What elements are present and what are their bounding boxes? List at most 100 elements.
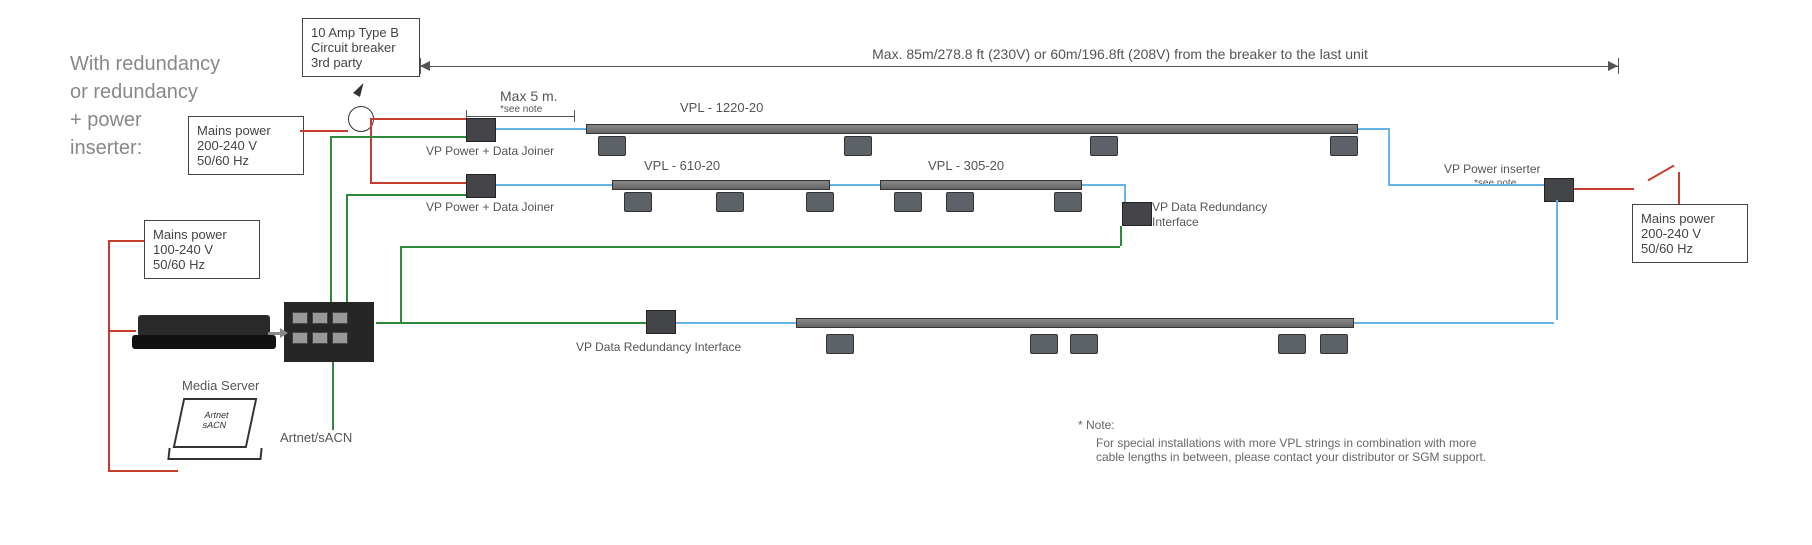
blue-mid-gap xyxy=(830,184,880,186)
red-switch-seg xyxy=(1648,165,1675,182)
power-inserter-icon xyxy=(1544,178,1574,202)
blue-mid-drop xyxy=(1124,184,1126,202)
mains-left-text: Mains power 100-240 V 50/60 Hz xyxy=(153,227,227,272)
mount-icon xyxy=(946,192,974,212)
red-to-joiner1 xyxy=(372,118,466,120)
span-arrow-r xyxy=(1608,61,1618,71)
redundancy-label: VP Data Redundancy Interface xyxy=(1152,200,1332,230)
mount-icon xyxy=(844,136,872,156)
blue-mid-tail xyxy=(1082,184,1124,186)
mains-right-box: Mains power 200-240 V 50/60 Hz xyxy=(1632,204,1748,263)
red-drop xyxy=(370,118,372,184)
mount-icon xyxy=(624,192,652,212)
joiner-1-icon xyxy=(466,118,496,142)
span-label: Max. 85m/278.8 ft (230V) or 60m/196.8ft … xyxy=(760,46,1480,64)
diagram-title-4: inserter: xyxy=(70,136,142,161)
red-left-top xyxy=(108,240,144,242)
mains-upper-box: Mains power 200-240 V 50/60 Hz xyxy=(188,116,304,175)
port-icon xyxy=(292,332,308,344)
red-left-vert xyxy=(108,240,110,472)
power-inserter-label: VP Power inserter xyxy=(1444,162,1541,177)
breaker-text: 10 Amp Type B Circuit breaker 3rd party xyxy=(311,25,399,70)
blue-top-feed xyxy=(496,128,586,130)
note-star: * Note: xyxy=(1078,418,1115,432)
mount-icon xyxy=(1090,136,1118,156)
vpl-top-strip xyxy=(586,124,1358,134)
mount-icon xyxy=(716,192,744,212)
max5-label: Max 5 m. xyxy=(500,88,558,106)
port-icon xyxy=(312,312,328,324)
note-body: For special installations with more VPL … xyxy=(1096,436,1486,464)
redundancy-label-2: VP Data Redundancy Interface xyxy=(576,340,741,355)
mount-icon xyxy=(1030,334,1058,354)
network-switch-icon xyxy=(284,302,374,362)
mount-icon xyxy=(1330,136,1358,156)
diagram-title-3: + power xyxy=(70,108,142,133)
green-spur-up xyxy=(400,246,402,322)
mount-icon xyxy=(806,192,834,212)
blue-to-inserter xyxy=(1390,184,1544,186)
max5-line xyxy=(466,116,574,117)
red-switch-drop xyxy=(1678,172,1680,204)
port-icon xyxy=(312,332,328,344)
green-drop-to-label xyxy=(332,362,334,430)
breaker-label-box: 10 Amp Type B Circuit breaker 3rd party xyxy=(302,18,420,77)
vpl-top-label: VPL - 1220-20 xyxy=(680,100,763,116)
green-up-2 xyxy=(346,194,348,302)
blue-top-drop xyxy=(1388,128,1390,186)
port-icon xyxy=(332,332,348,344)
vpl-mid-b-label: VPL - 305-20 xyxy=(928,158,1004,174)
mains-upper-text: Mains power 200-240 V 50/60 Hz xyxy=(197,123,271,168)
red-to-server xyxy=(108,330,136,332)
joiner-2-label: VP Power + Data Joiner xyxy=(426,200,554,215)
blue-mid-feed xyxy=(496,184,612,186)
green-bot-run xyxy=(376,322,646,324)
mount-icon xyxy=(826,334,854,354)
blue-bot-in xyxy=(676,322,796,324)
blue-down-from-inserter xyxy=(1556,200,1558,320)
mount-icon xyxy=(1320,334,1348,354)
red-feed-1 xyxy=(300,130,348,132)
mains-right-text: Mains power 200-240 V 50/60 Hz xyxy=(1641,211,1715,256)
mount-icon xyxy=(894,192,922,212)
green-up xyxy=(330,136,332,302)
server-base-icon xyxy=(132,335,276,349)
red-to-joiner2 xyxy=(370,182,466,184)
mount-icon xyxy=(1054,192,1082,212)
laptop-screen-text: Artnet sACN xyxy=(179,400,255,430)
laptop-base-icon xyxy=(167,448,262,460)
joiner-2-icon xyxy=(466,174,496,198)
red-inserter-out xyxy=(1574,188,1634,190)
red-left-bot xyxy=(108,470,178,472)
green-to-j2 xyxy=(346,194,466,196)
diagram-title-2: or redundancy xyxy=(70,80,198,105)
green-long-mid xyxy=(400,246,1120,248)
blue-top-tail xyxy=(1358,128,1390,130)
mount-icon xyxy=(1070,334,1098,354)
redundancy-interface-icon xyxy=(1122,202,1152,226)
laptop-screen-icon: Artnet sACN xyxy=(173,398,258,448)
max5-note: *see note xyxy=(500,104,542,117)
port-icon xyxy=(292,312,308,324)
arrow-head-icon xyxy=(280,328,288,338)
vpl-wiring-diagram: With redundancy or redundancy + power in… xyxy=(0,0,1812,545)
laptop-icon: Artnet sACN xyxy=(178,398,262,460)
green-to-redund-mid xyxy=(1120,226,1122,246)
green-to-j1 xyxy=(330,136,466,138)
span-arrow-l xyxy=(420,61,430,71)
diagram-title: With redundancy xyxy=(70,52,220,77)
mount-icon xyxy=(598,136,626,156)
vpl-mid-a-label: VPL - 610-20 xyxy=(644,158,720,174)
span-tick-r xyxy=(1618,58,1619,74)
redundancy-interface-2-icon xyxy=(646,310,676,334)
media-server-label: Media Server xyxy=(182,378,259,394)
breaker-arrow-icon xyxy=(353,81,367,97)
joiner-1-label: VP Power + Data Joiner xyxy=(426,144,554,159)
span-line xyxy=(420,66,1618,67)
mains-left-box: Mains power 100-240 V 50/60 Hz xyxy=(144,220,260,279)
artnet-label: Artnet/sACN xyxy=(280,430,352,446)
vpl-bottom-strip xyxy=(796,318,1354,328)
mount-icon xyxy=(1278,334,1306,354)
vpl-mid-b-strip xyxy=(880,180,1082,190)
max5-tick-r xyxy=(574,110,575,122)
